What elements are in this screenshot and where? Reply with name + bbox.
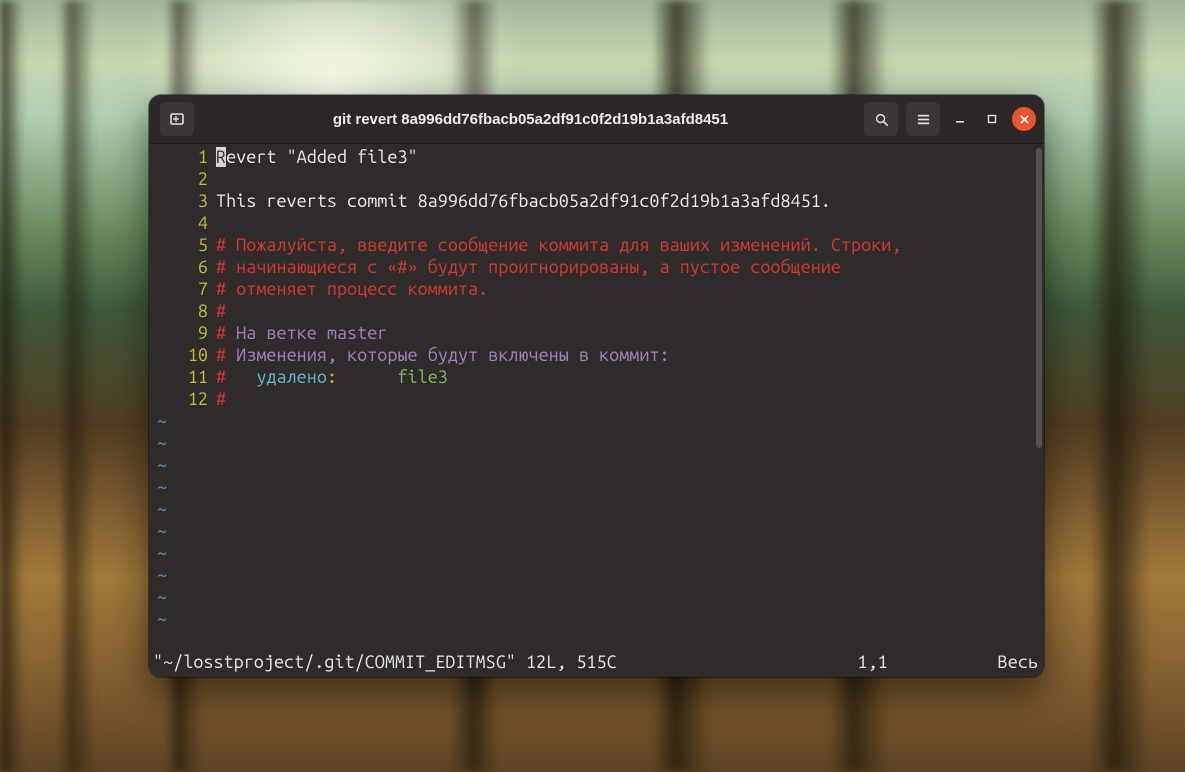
end-of-buffer-tilde: ~: [153, 499, 167, 519]
maximize-button[interactable]: [980, 107, 1004, 131]
editor-line: 6 # начинающиеся с «#» будут проигнориро…: [153, 256, 1034, 278]
end-of-buffer-tilde: ~: [153, 455, 167, 475]
end-of-buffer-tilde: ~: [153, 477, 167, 497]
status-file-info: "~/losstproject/.git/COMMIT_EDITMSG" 12L…: [153, 651, 617, 673]
editor-line: 10 # Изменения, которые будут включены в…: [153, 344, 1034, 366]
terminal-window: git revert 8a996dd76fbacb05a2df91c0f2d19…: [149, 95, 1044, 677]
terminal-body[interactable]: 1 Revert "Added file3" 2 3 This reverts …: [149, 144, 1044, 677]
end-of-buffer-tilde: ~: [153, 543, 167, 563]
end-of-buffer-tilde: ~: [153, 609, 167, 629]
hamburger-icon: [916, 112, 931, 127]
line-number: 5: [153, 234, 216, 256]
editor-line: 12 #: [153, 388, 1034, 410]
editor-line: 5 # Пожалуйста, введите сообщение коммит…: [153, 234, 1034, 256]
line-number: 4: [153, 212, 216, 234]
line-number: 3: [153, 190, 216, 212]
minimize-button[interactable]: [948, 107, 972, 131]
maximize-icon: [986, 113, 998, 125]
editor-line: 1 Revert "Added file3": [153, 146, 1034, 168]
close-button[interactable]: [1012, 107, 1036, 131]
editor-line: 7 # отменяет процесс коммита.: [153, 278, 1034, 300]
close-icon: [1019, 114, 1030, 125]
line-number: 6: [153, 256, 216, 278]
new-tab-button[interactable]: [160, 102, 194, 136]
vim-status-line: "~/losstproject/.git/COMMIT_EDITMSG" 12L…: [153, 651, 1038, 673]
cursor: R: [216, 147, 226, 167]
line-number: 1: [153, 146, 216, 168]
search-icon: [874, 112, 889, 127]
status-scroll: Весь: [998, 651, 1038, 673]
window-title: git revert 8a996dd76fbacb05a2df91c0f2d19…: [203, 111, 858, 128]
editor-line: 2: [153, 168, 1034, 190]
editor-line: 9 # На ветке master: [153, 322, 1034, 344]
line-number: 12: [153, 388, 216, 410]
end-of-buffer-tilde: ~: [153, 565, 167, 585]
line-number: 2: [153, 168, 216, 190]
editor-line: 3 This reverts commit 8a996dd76fbacb05a2…: [153, 190, 1034, 212]
editor-line: 11 # удалено: file3: [153, 366, 1034, 388]
editor-line: 8 #: [153, 300, 1034, 322]
desktop-wallpaper: git revert 8a996dd76fbacb05a2df91c0f2d19…: [0, 0, 1185, 772]
end-of-buffer-tilde: ~: [153, 521, 167, 541]
editor-area[interactable]: 1 Revert "Added file3" 2 3 This reverts …: [153, 146, 1034, 651]
line-number: 9: [153, 322, 216, 344]
line-number: 8: [153, 300, 216, 322]
search-button[interactable]: [864, 102, 898, 136]
line-number: 7: [153, 278, 216, 300]
editor-line: 4: [153, 212, 1034, 234]
menu-button[interactable]: [906, 102, 940, 136]
minimize-icon: [954, 113, 966, 125]
line-number: 10: [153, 344, 216, 366]
status-cursor-pos: 1,1: [857, 651, 997, 673]
line-number: 11: [153, 366, 216, 388]
titlebar[interactable]: git revert 8a996dd76fbacb05a2df91c0f2d19…: [149, 95, 1044, 144]
end-of-buffer-tilde: ~: [153, 587, 167, 607]
end-of-buffer-tilde: ~: [153, 433, 167, 453]
end-of-buffer-tilde: ~: [153, 411, 167, 431]
scrollbar[interactable]: [1036, 148, 1042, 448]
